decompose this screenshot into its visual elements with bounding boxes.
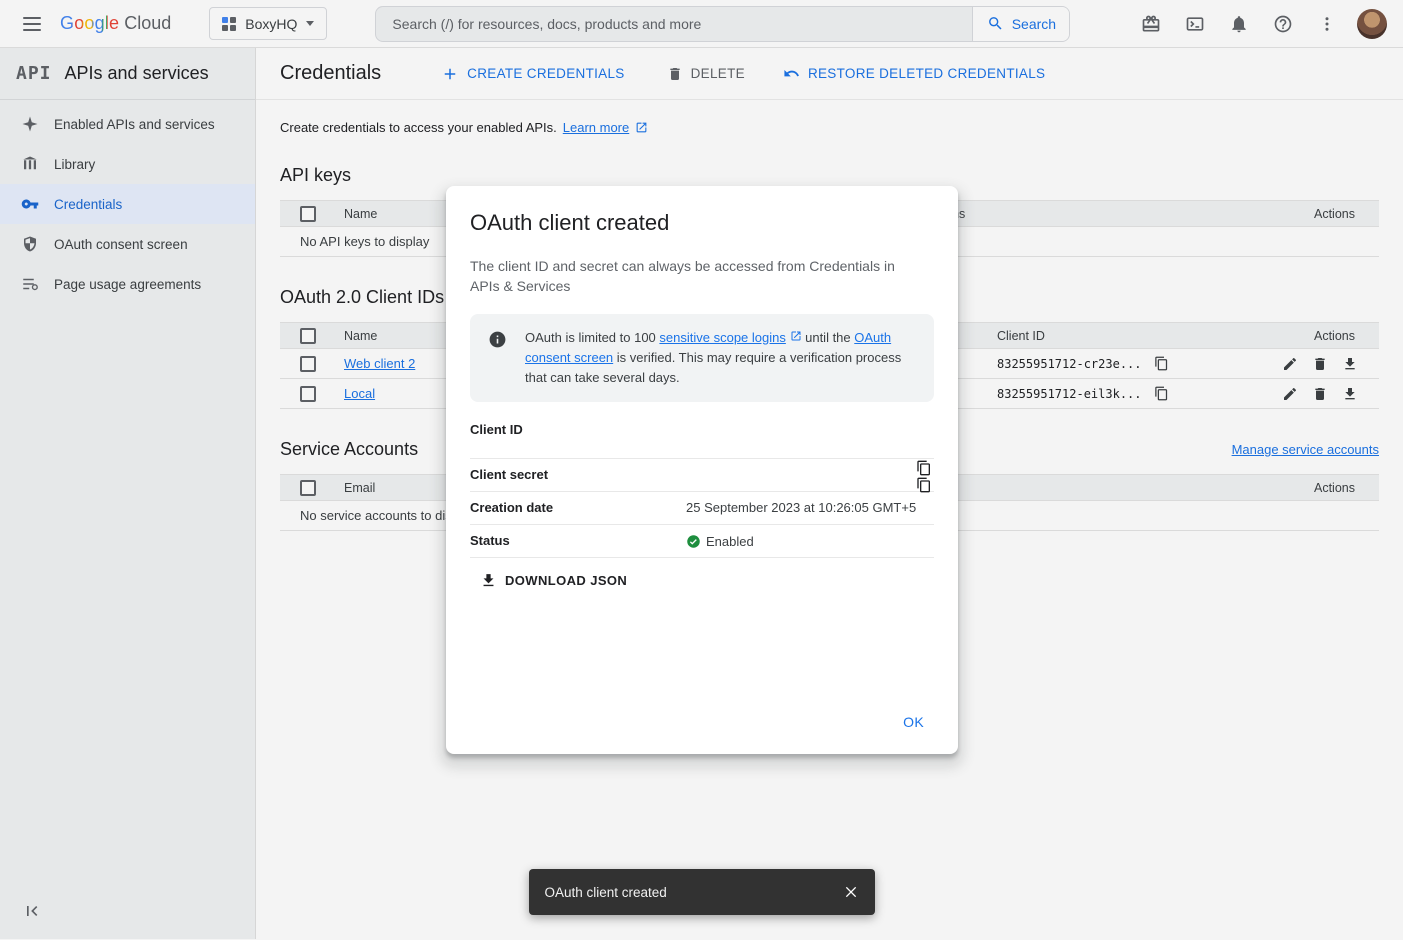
info-icon [488,330,507,349]
notice-part2: until the [802,330,855,345]
notice-part1: OAuth is limited to 100 [525,330,659,345]
copy-icon [916,477,932,493]
status-row: Status Enabled [470,525,934,558]
dialog-body-text: The client ID and secret can always be a… [470,256,916,296]
creation-date-value: 25 September 2023 at 10:26:05 GMT+5 [686,500,934,516]
toast-close-button[interactable] [833,874,869,910]
download-icon [480,572,497,589]
verification-notice: OAuth is limited to 100 sensitive scope … [470,314,934,402]
oauth-client-created-dialog: OAuth client created The client ID and s… [446,186,958,754]
status-value-area: Enabled [686,533,934,549]
close-icon [843,884,859,900]
copy-client-secret-button[interactable] [914,475,934,495]
notice-text: OAuth is limited to 100 sensitive scope … [525,328,918,388]
client-secret-label: Client secret [470,467,686,482]
creation-date-row: Creation date 25 September 2023 at 10:26… [470,492,934,525]
dialog-title: OAuth client created [470,210,934,236]
client-secret-row: Client secret [470,459,934,492]
client-id-label: Client ID [470,422,686,437]
dialog-fields: Client ID Client secret Creation date 25… [470,414,934,558]
external-link-icon [790,330,802,342]
ok-button[interactable]: OK [895,706,932,738]
status-label: Status [470,533,686,548]
toast-snackbar: OAuth client created [529,869,875,915]
status-check-icon [686,534,701,549]
client-secret-value-area [686,467,934,483]
client-id-row: Client ID [470,414,934,459]
client-id-value-area [686,422,934,438]
download-json-label: DOWNLOAD JSON [505,573,627,588]
toast-message: OAuth client created [545,885,667,900]
status-value: Enabled [706,534,754,549]
download-json-button[interactable]: DOWNLOAD JSON [480,572,627,589]
sensitive-scope-logins-link[interactable]: sensitive scope logins [659,330,785,345]
creation-date-label: Creation date [470,500,686,515]
